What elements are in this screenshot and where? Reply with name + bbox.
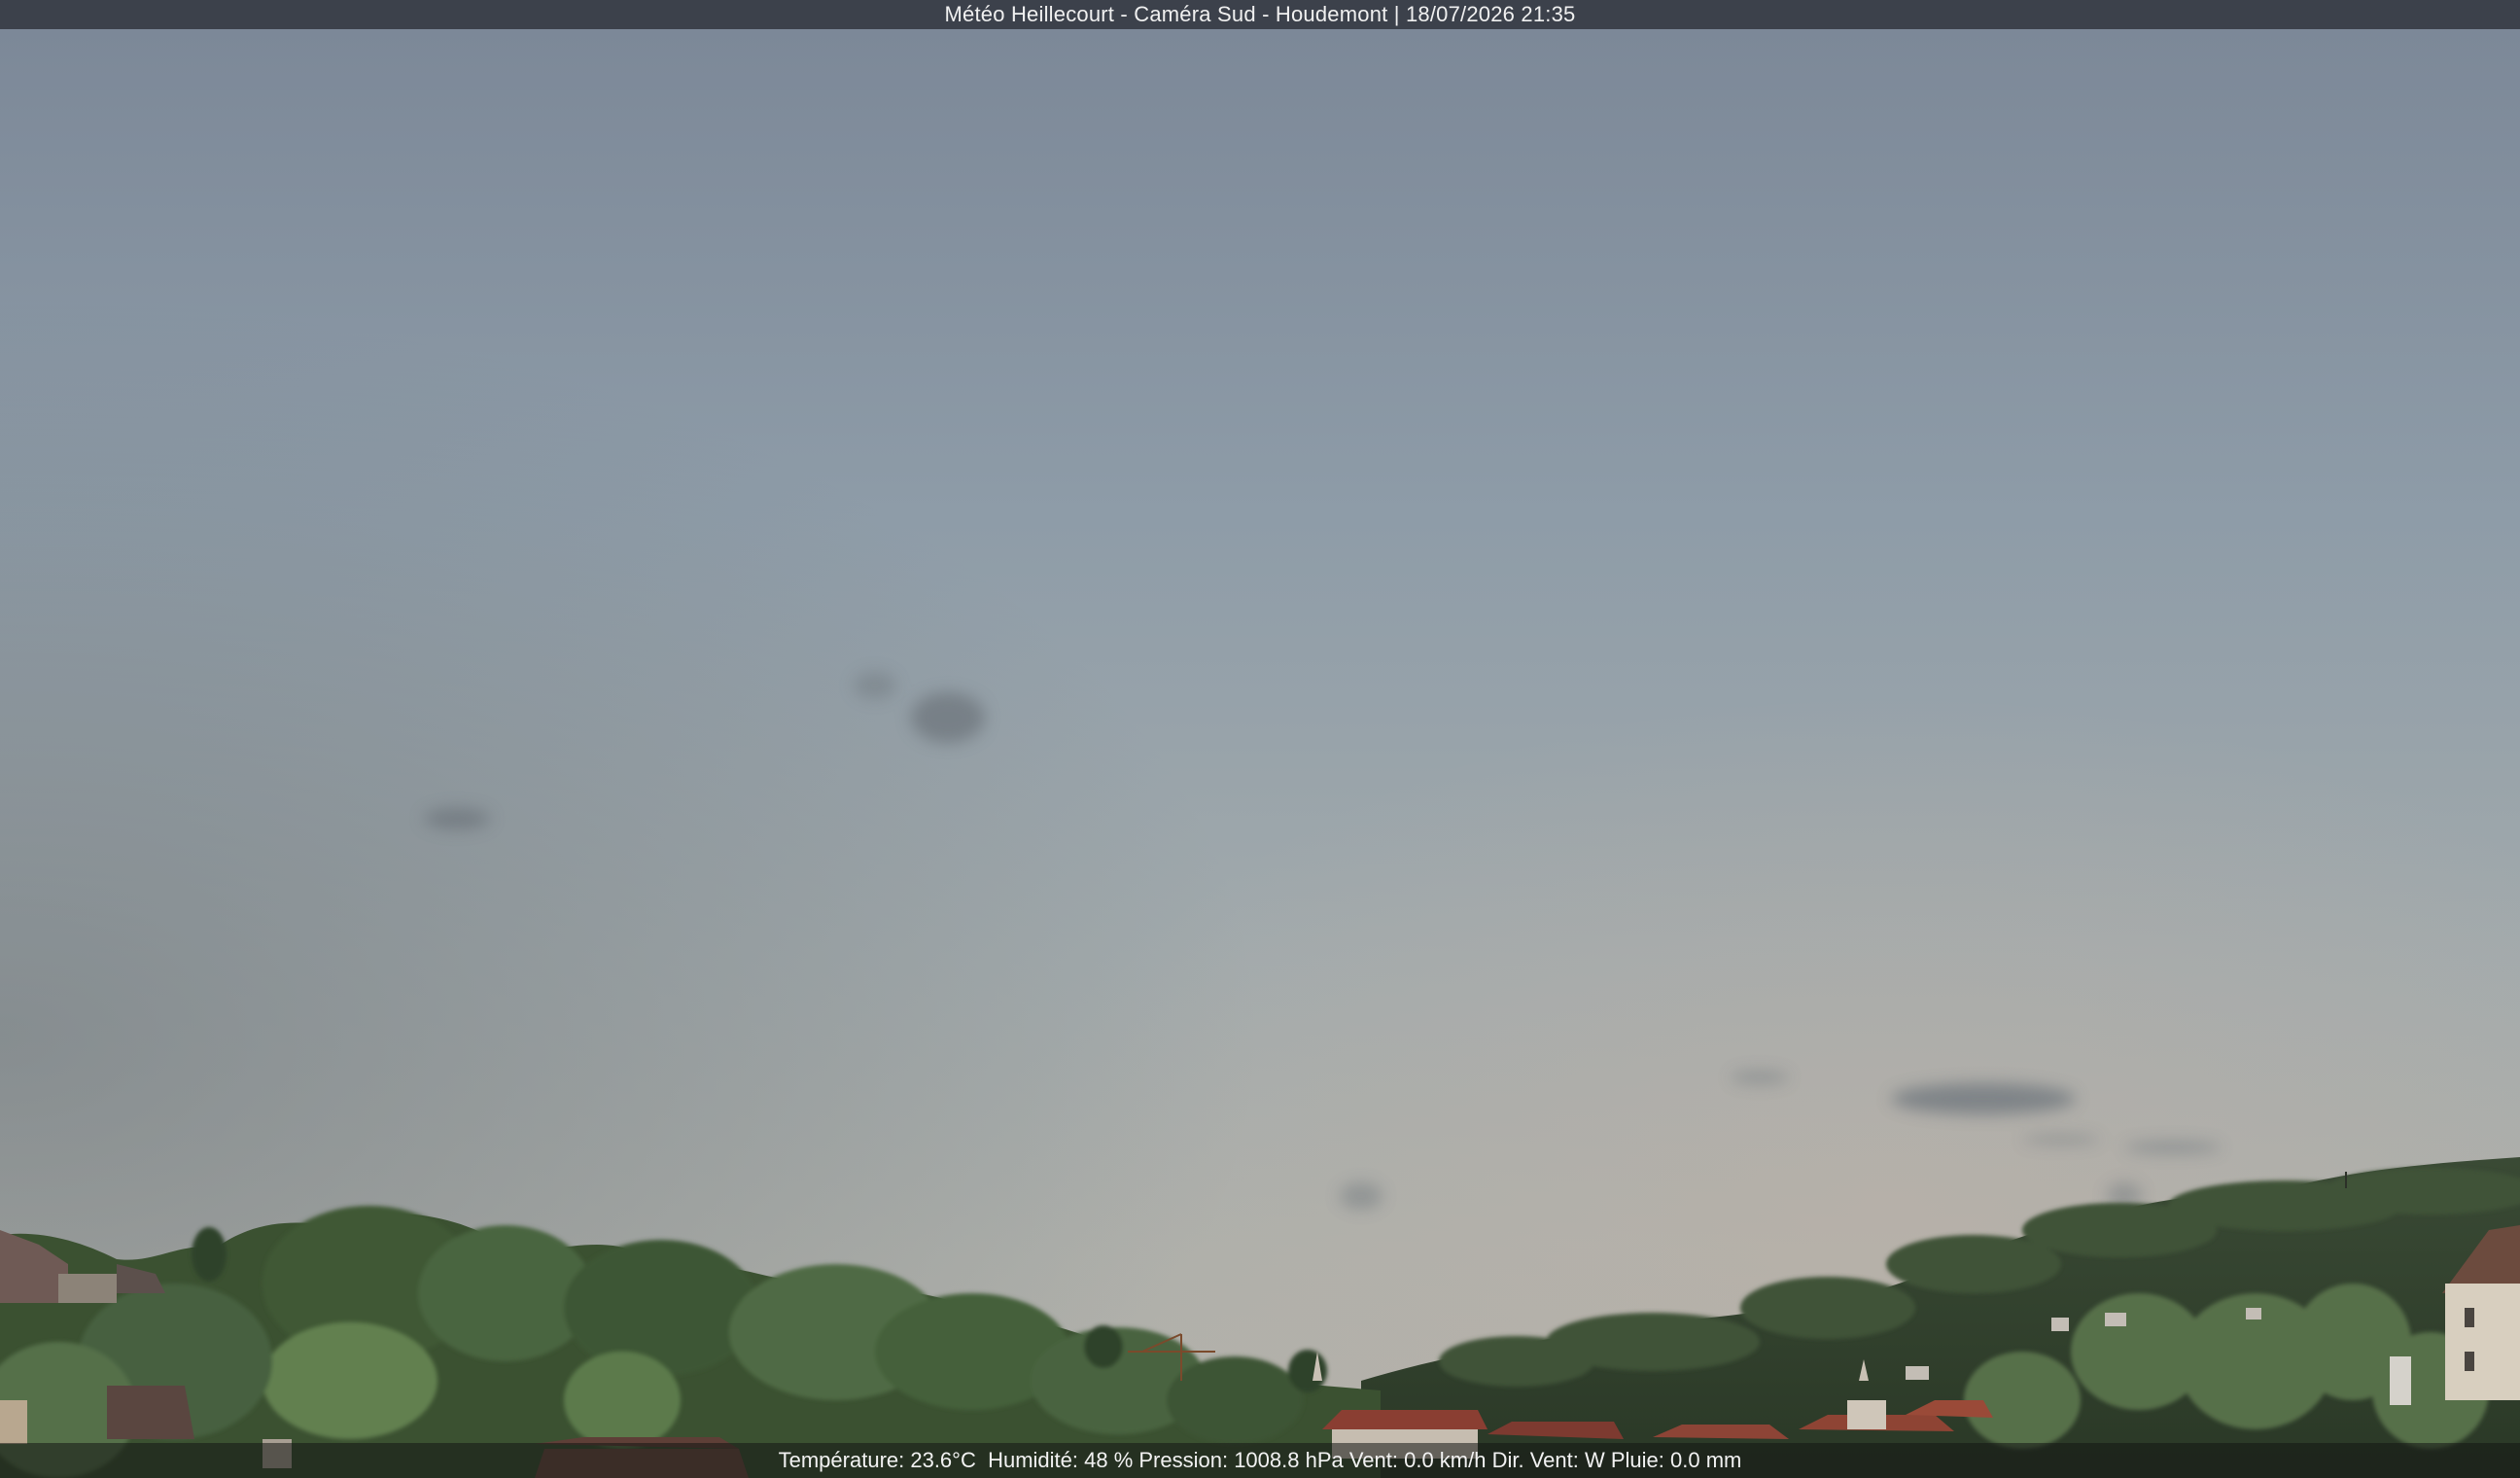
camera-title: Météo Heillecourt - Caméra Sud - Houdemo…	[944, 2, 1576, 26]
webcam-image	[0, 0, 2520, 1478]
camera-title-bar: Météo Heillecourt - Caméra Sud - Houdemo…	[0, 0, 2520, 29]
webcam-frame: Météo Heillecourt - Caméra Sud - Houdemo…	[0, 0, 2520, 1478]
weather-readings: Température: 23.6°C Humidité: 48 % Press…	[778, 1448, 1742, 1472]
weather-info-bar: Température: 23.6°C Humidité: 48 % Press…	[0, 1443, 2520, 1478]
